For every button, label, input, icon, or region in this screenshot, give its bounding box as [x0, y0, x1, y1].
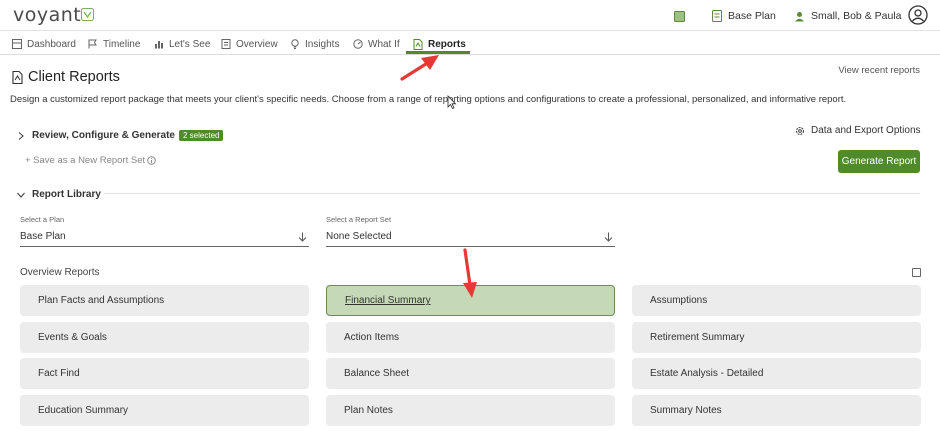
tab-overview[interactable]: Overview [221, 36, 278, 52]
report-card[interactable]: Plan Facts and Assumptions [20, 285, 309, 316]
plan-document-icon [712, 10, 722, 22]
save-report-set-button[interactable]: + Save as a New Report Set [25, 155, 156, 166]
tab-label: Reports [428, 38, 466, 50]
lightbulb-icon [291, 39, 299, 49]
report-card[interactable]: Estate Analysis - Detailed [632, 358, 921, 389]
flag-icon [88, 39, 97, 49]
tab-label: Timeline [103, 38, 141, 50]
review-configure-toggle[interactable]: Review, Configure & Generate 2 selected [16, 130, 224, 141]
users-icon [795, 11, 804, 21]
info-icon [147, 156, 156, 165]
library-divider [104, 193, 920, 194]
tab-dashboard[interactable]: Dashboard [12, 36, 76, 52]
arrow-down-icon [298, 232, 307, 242]
main-nav: Dashboard Timeline Let's See Overview In… [0, 31, 940, 55]
gauge-icon [353, 39, 363, 49]
calculator-button[interactable] [674, 8, 691, 24]
tab-label: Let's See [169, 38, 211, 50]
plan-button[interactable]: Base Plan [712, 8, 776, 24]
report-document-icon [12, 70, 23, 84]
report-card[interactable]: Plan Notes [326, 395, 615, 426]
tab-reports[interactable]: Reports [413, 36, 466, 52]
tab-label: Dashboard [27, 38, 76, 50]
plan-select[interactable]: Base Plan [20, 227, 309, 247]
data-export-options-button[interactable]: Data and Export Options [795, 125, 921, 136]
save-set-label: + Save as a New Report Set [25, 155, 146, 166]
document-icon [221, 39, 231, 49]
tab-label: Overview [236, 38, 278, 50]
report-card[interactable]: Assumptions [632, 285, 921, 316]
top-header: voyant Base Plan Small, Bob & Paula [0, 0, 940, 31]
dashboard-icon [12, 39, 22, 49]
arrow-down-icon [604, 232, 613, 242]
report-card[interactable]: Action Items [326, 322, 615, 353]
annotation-arrow-icon [400, 55, 439, 81]
plan-button-label: Base Plan [728, 10, 776, 22]
report-set-select[interactable]: None Selected [326, 227, 615, 247]
page-title-text: Client Reports [28, 69, 120, 85]
leaf-logo-icon [81, 8, 94, 21]
select-all-checkbox[interactable] [912, 268, 921, 277]
review-label: Review, Configure & Generate [32, 130, 175, 141]
voyant-logo[interactable]: voyant [13, 4, 81, 26]
report-card[interactable]: Summary Notes [632, 395, 921, 426]
user-avatar-icon[interactable] [908, 5, 928, 25]
report-card[interactable]: Fact Find [20, 358, 309, 389]
report-library-toggle[interactable]: Report Library [16, 189, 101, 200]
tab-insights[interactable]: Insights [290, 36, 339, 52]
report-card[interactable]: Retirement Summary [632, 322, 921, 353]
client-button[interactable]: Small, Bob & Paula [794, 8, 901, 24]
page-title: Client Reports [12, 69, 120, 85]
report-card[interactable]: Balance Sheet [326, 358, 615, 389]
tab-label: What If [368, 38, 400, 50]
plan-select-label: Select a Plan [20, 215, 65, 224]
tab-label: Insights [305, 38, 340, 50]
tab-what-if[interactable]: What If [353, 36, 400, 52]
view-recent-reports-link[interactable]: View recent reports [838, 65, 920, 76]
chevron-down-icon [17, 192, 25, 198]
calculator-icon [674, 10, 685, 22]
report-set-select-label: Select a Report Set [326, 215, 392, 224]
plan-select-value: Base Plan [20, 231, 66, 242]
client-button-label: Small, Bob & Paula [811, 10, 902, 22]
report-icon [413, 38, 423, 50]
gear-icon [795, 126, 805, 135]
selected-count-badge: 2 selected [179, 130, 224, 141]
tab-lets-see[interactable]: Let's See [154, 36, 210, 52]
tab-timeline[interactable]: Timeline [88, 36, 140, 52]
overview-reports-label: Overview Reports [20, 267, 100, 278]
report-set-select-value: None Selected [326, 231, 392, 242]
active-tab-indicator [406, 51, 470, 54]
data-export-label: Data and Export Options [811, 125, 921, 136]
library-label: Report Library [32, 189, 101, 200]
bar-chart-icon [155, 41, 163, 49]
report-card-selected[interactable]: Financial Summary [326, 285, 615, 316]
page-intro: Design a customized report package that … [10, 94, 847, 105]
chevron-right-icon [18, 131, 24, 140]
report-card[interactable]: Education Summary [20, 395, 309, 426]
report-card[interactable]: Events & Goals [20, 322, 309, 353]
generate-report-button[interactable]: Generate Report [838, 150, 920, 173]
